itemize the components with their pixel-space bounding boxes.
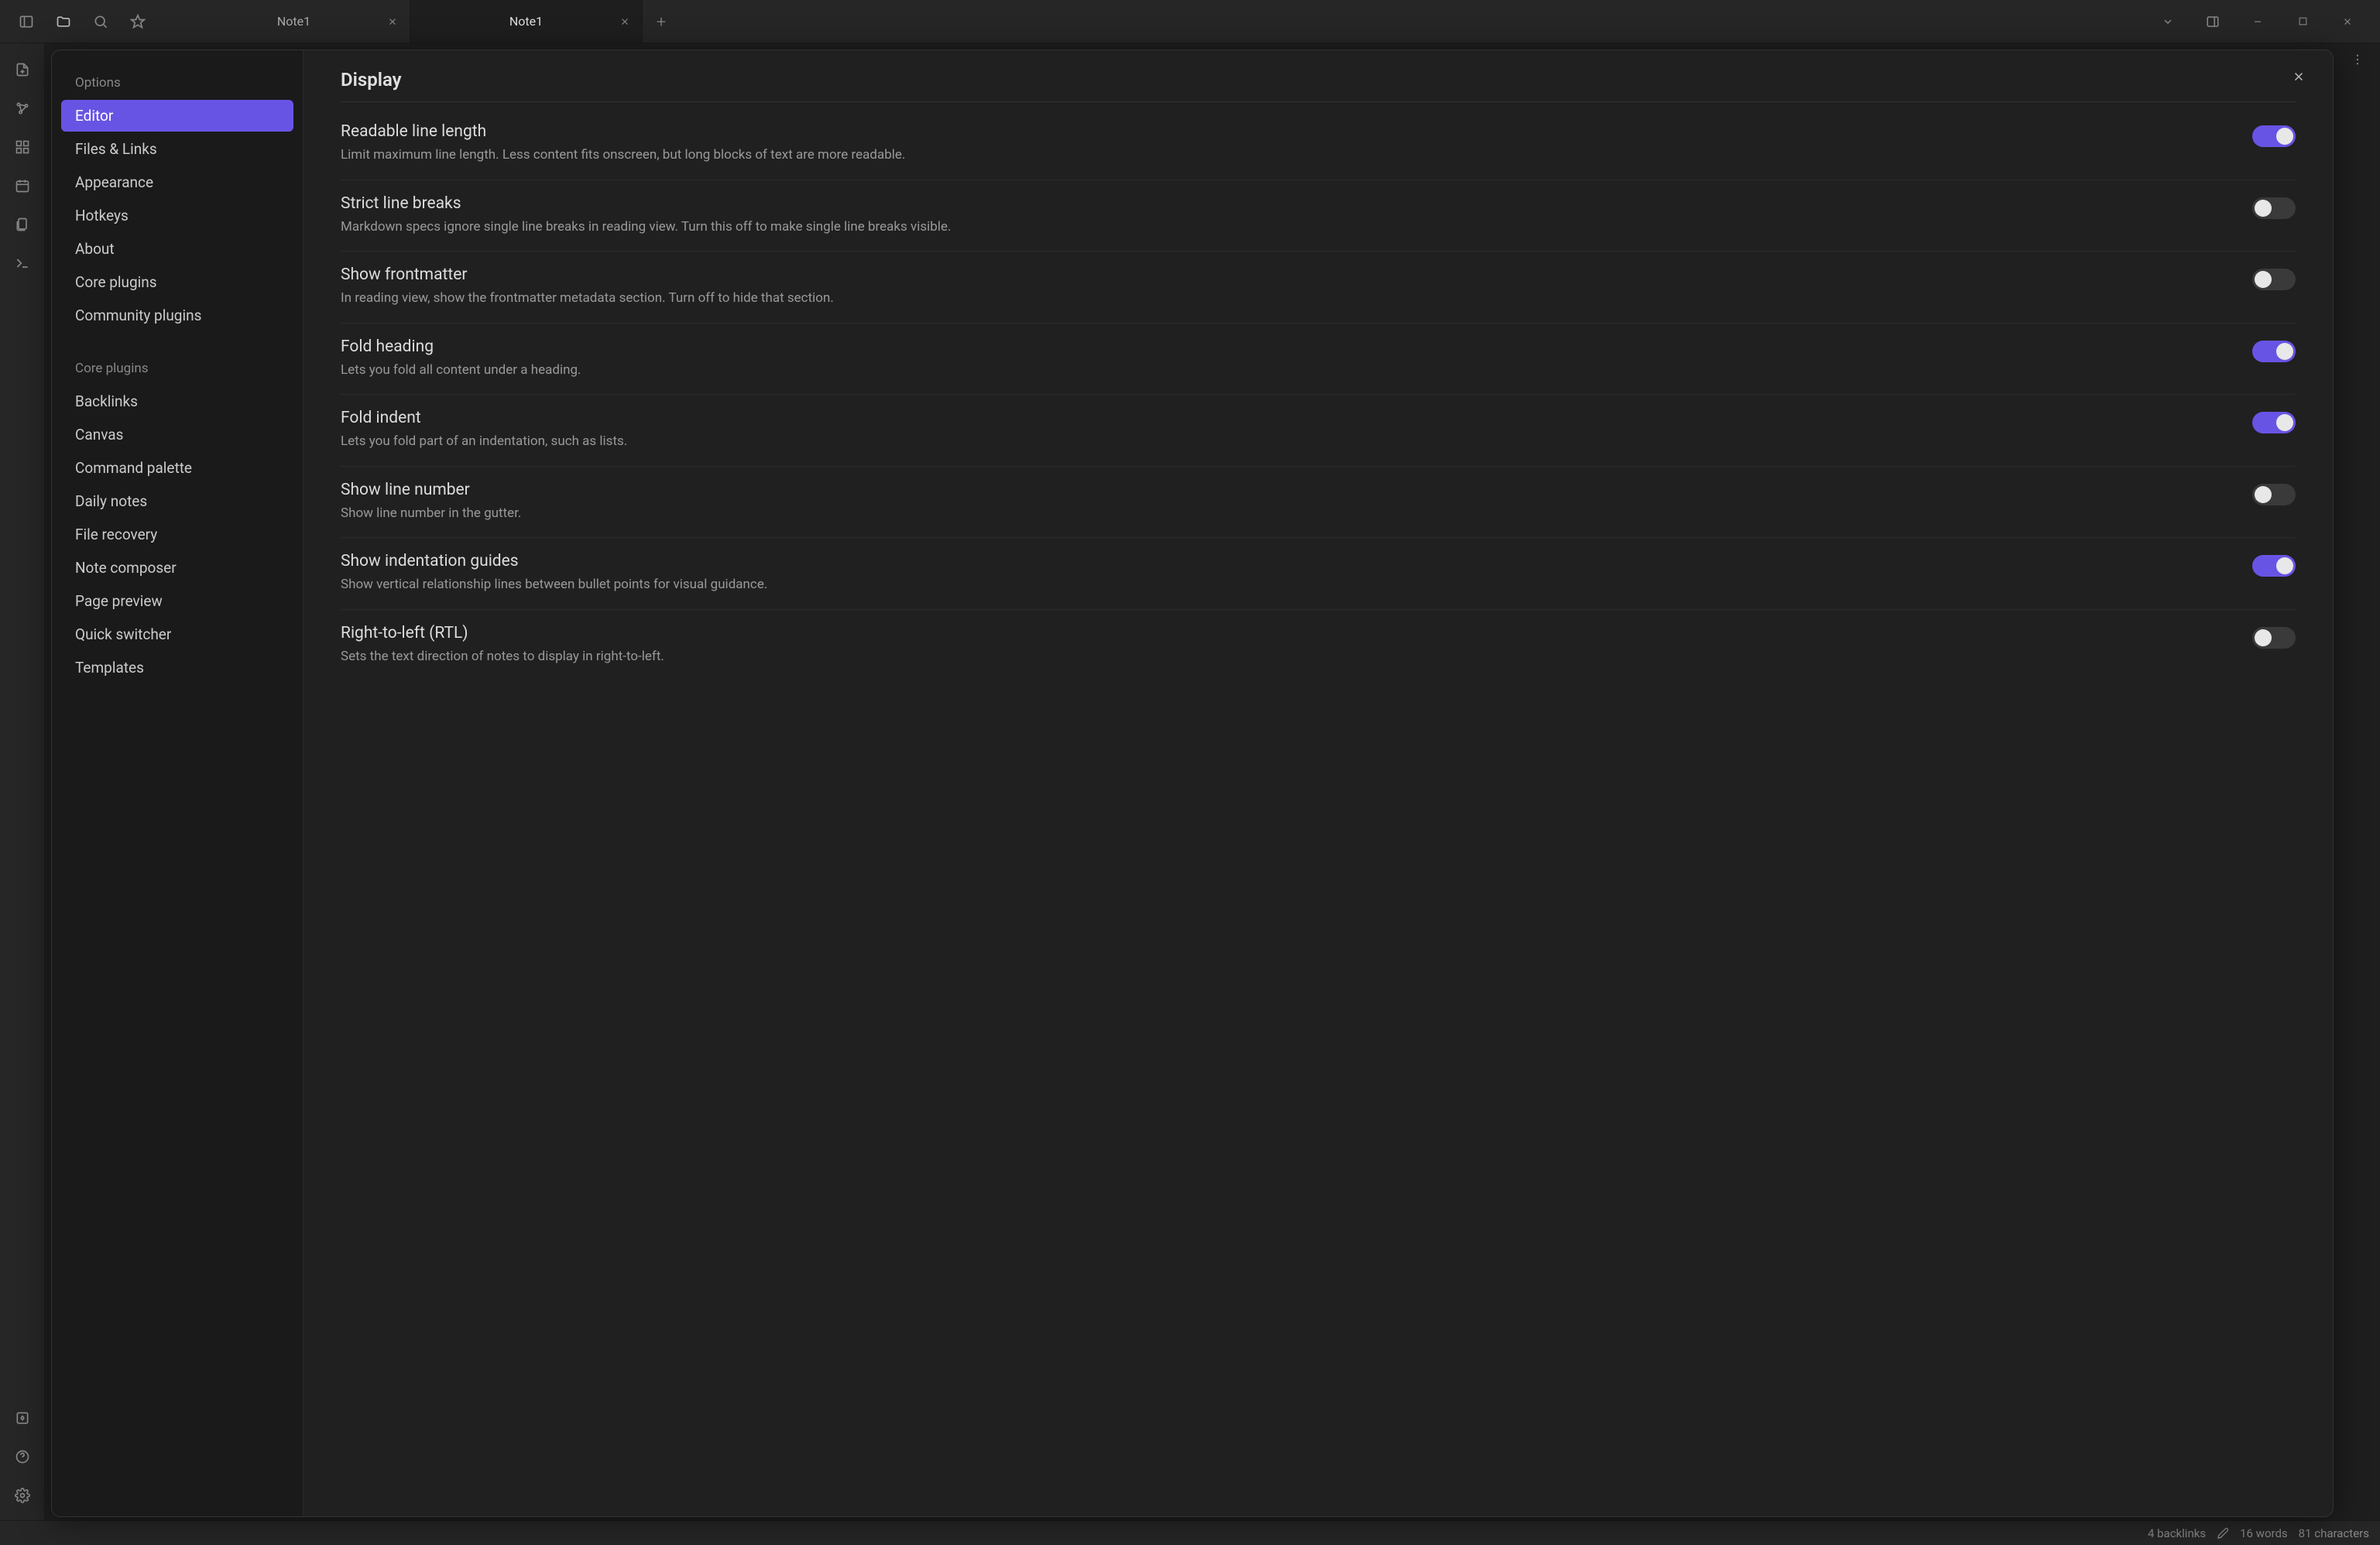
setting-item: Show frontmatter In reading view, show th…	[341, 252, 2296, 324]
edit-icon[interactable]	[2217, 1527, 2229, 1540]
star-icon[interactable]	[121, 5, 155, 39]
file-plus-icon[interactable]	[9, 56, 36, 84]
settings-nav-item[interactable]: Canvas	[61, 419, 293, 450]
setting-name: Show line number	[341, 481, 2234, 499]
toggle[interactable]	[2252, 341, 2296, 362]
setting-name: Fold indent	[341, 409, 2234, 427]
setting-item: Readable line length Limit maximum line l…	[341, 108, 2296, 180]
settings-nav-item[interactable]: Note composer	[61, 552, 293, 584]
settings-nav-item[interactable]: Core plugins	[61, 266, 293, 298]
toggle[interactable]	[2252, 555, 2296, 577]
settings-sidebar: Options EditorFiles & LinksAppearanceHot…	[52, 50, 304, 1516]
more-icon[interactable]	[2351, 53, 2365, 70]
settings-nav-item[interactable]: Files & Links	[61, 133, 293, 165]
vault-icon[interactable]	[9, 1404, 36, 1432]
tab[interactable]: Note1	[410, 0, 643, 43]
search-icon[interactable]	[84, 5, 118, 39]
help-icon[interactable]	[9, 1443, 36, 1471]
settings-nav-item[interactable]: Hotkeys	[61, 200, 293, 231]
setting-item: Fold indent Lets you fold part of an inde…	[341, 395, 2296, 467]
status-backlinks[interactable]: 4 backlinks	[2148, 1526, 2206, 1540]
setting-item: Fold heading Lets you fold all content un…	[341, 324, 2296, 396]
minimize-icon[interactable]	[2244, 8, 2272, 36]
close-icon[interactable]	[385, 14, 400, 29]
tab[interactable]: Note1	[178, 0, 410, 43]
toggle[interactable]	[2252, 627, 2296, 649]
toggle[interactable]	[2252, 412, 2296, 433]
setting-description: Lets you fold all content under a headin…	[341, 361, 2234, 381]
toggle[interactable]	[2252, 269, 2296, 290]
settings-nav-item[interactable]: Appearance	[61, 166, 293, 198]
setting-item: Show indentation guides Show vertical rel…	[341, 538, 2296, 610]
setting-description: Limit maximum line length. Less content …	[341, 146, 2234, 166]
section-header-core-plugins: Core plugins	[61, 355, 293, 385]
files-icon[interactable]	[9, 211, 36, 238]
settings-nav-item[interactable]: Editor	[61, 100, 293, 132]
chevron-down-icon[interactable]	[2154, 8, 2182, 36]
settings-nav-item[interactable]: Templates	[61, 652, 293, 683]
terminal-icon[interactable]	[9, 249, 36, 277]
status-words: 16 words	[2240, 1526, 2288, 1540]
setting-name: Show frontmatter	[341, 265, 2234, 284]
toggle[interactable]	[2252, 197, 2296, 219]
settings-nav-item[interactable]: Command palette	[61, 452, 293, 484]
setting-description: Show vertical relationship lines between…	[341, 575, 2234, 595]
setting-name: Strict line breaks	[341, 194, 2234, 213]
setting-description: Sets the text direction of notes to disp…	[341, 647, 2234, 667]
settings-nav-item[interactable]: File recovery	[61, 519, 293, 550]
setting-description: In reading view, show the frontmatter me…	[341, 289, 2234, 309]
tab-title: Note1	[277, 14, 310, 29]
setting-description: Markdown specs ignore single line breaks…	[341, 218, 2234, 238]
folder-icon[interactable]	[46, 5, 81, 39]
toggle[interactable]	[2252, 125, 2296, 147]
settings-nav-item[interactable]: About	[61, 233, 293, 265]
calendar-icon[interactable]	[9, 172, 36, 200]
setting-name: Readable line length	[341, 122, 2234, 141]
apps-icon[interactable]	[9, 133, 36, 161]
settings-content: Display Readable line length Limit maximu…	[304, 50, 2333, 1516]
settings-nav-item[interactable]: Quick switcher	[61, 618, 293, 650]
setting-name: Fold heading	[341, 337, 2234, 356]
sidebar-toggle-icon[interactable]	[9, 5, 43, 39]
setting-name: Show indentation guides	[341, 552, 2234, 570]
settings-nav-item[interactable]: Backlinks	[61, 385, 293, 417]
status-bar: 4 backlinks 16 words 81 characters	[0, 1520, 2380, 1545]
section-header-options: Options	[61, 69, 293, 100]
close-window-icon[interactable]	[2334, 8, 2361, 36]
settings-section-title: Display	[341, 69, 2296, 102]
setting-description: Lets you fold part of an indentation, su…	[341, 432, 2234, 452]
setting-description: Show line number in the gutter.	[341, 504, 2234, 524]
setting-item: Strict line breaks Markdown specs ignore …	[341, 180, 2296, 252]
maximize-icon[interactable]	[2289, 8, 2317, 36]
settings-modal: Options EditorFiles & LinksAppearanceHot…	[51, 50, 2334, 1517]
graph-icon[interactable]	[9, 94, 36, 122]
tab-title: Note1	[509, 14, 543, 29]
new-tab-button[interactable]	[643, 0, 680, 43]
settings-icon[interactable]	[9, 1482, 36, 1509]
status-characters: 81 characters	[2299, 1526, 2369, 1540]
close-settings-button[interactable]	[2286, 64, 2311, 89]
setting-item: Show line number Show line number in the …	[341, 467, 2296, 539]
tabs: Note1 Note1	[178, 0, 2154, 43]
left-rail	[0, 43, 45, 1520]
toggle[interactable]	[2252, 484, 2296, 505]
panel-icon[interactable]	[2199, 8, 2227, 36]
setting-name: Right-to-left (RTL)	[341, 624, 2234, 642]
close-icon[interactable]	[617, 14, 633, 29]
settings-nav-item[interactable]: Community plugins	[61, 300, 293, 331]
settings-nav-item[interactable]: Page preview	[61, 585, 293, 617]
settings-nav-item[interactable]: Daily notes	[61, 485, 293, 517]
top-toolbar: Note1 Note1	[0, 0, 2380, 43]
setting-item: Right-to-left (RTL) Sets the text directi…	[341, 610, 2296, 681]
